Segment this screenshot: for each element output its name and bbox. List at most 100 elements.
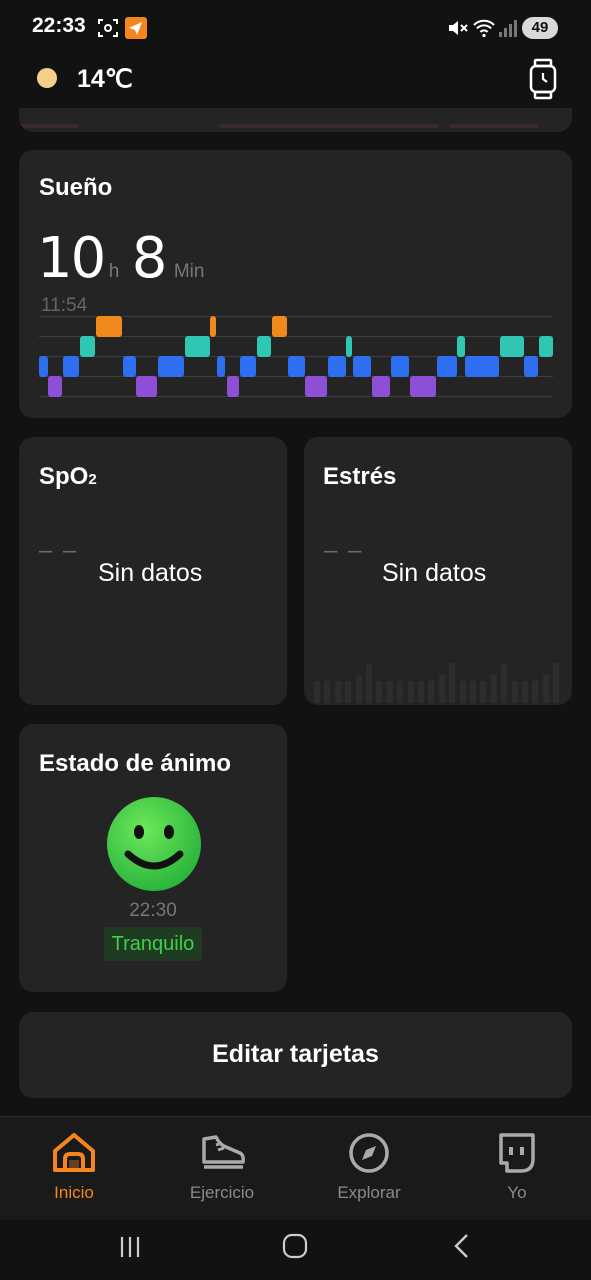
nav-label-explorar: Explorar — [337, 1183, 401, 1202]
stress-no-data: Sin datos — [382, 559, 487, 587]
battery-indicator: 49 — [522, 17, 558, 39]
sleep-stage-light — [328, 356, 346, 377]
wifi-icon — [473, 19, 495, 38]
recent-apps-icon[interactable] — [117, 1234, 143, 1260]
sleep-stage-light — [123, 356, 136, 377]
sleep-stage-light — [524, 356, 538, 377]
nav-item-inicio[interactable]: Inicio — [0, 1117, 148, 1221]
mood-state-badge: Tranquilo — [103, 927, 203, 961]
sleep-stage-light — [353, 356, 371, 377]
stress-card[interactable]: Estrés – – Sin datos — [304, 437, 572, 705]
sleep-stage-rem — [500, 336, 524, 357]
sleep-stage-light — [437, 356, 457, 377]
mood-card[interactable]: Estado de ánimo 22:30 Tranquilo — [19, 724, 287, 992]
spo2-title-main: SpO — [39, 463, 89, 490]
stress-bar — [532, 681, 539, 703]
stress-bar — [470, 681, 476, 703]
stress-bar — [418, 681, 424, 703]
stress-bar — [449, 663, 456, 703]
sleep-start-time: 11:54 — [41, 295, 88, 316]
bottom-nav: Inicio Ejercicio Explorar Yo — [0, 1116, 591, 1221]
stress-title: Estrés — [323, 463, 397, 490]
sleep-stage-rem — [539, 336, 553, 357]
sleep-stage-light — [39, 356, 48, 377]
weather-sun-icon — [37, 68, 57, 88]
nav-item-yo[interactable]: Yo — [443, 1117, 591, 1221]
previous-card-peek — [19, 108, 572, 132]
stress-bar — [522, 681, 528, 703]
sleep-title: Sueño — [39, 174, 113, 201]
nav-label-yo: Yo — [507, 1183, 527, 1202]
spo2-title: SpO2 — [39, 463, 97, 491]
mood-badge-wrap: Tranquilo — [19, 927, 287, 961]
stress-bar — [438, 675, 445, 703]
sleep-minutes-unit: Min — [173, 261, 205, 282]
sleep-minutes: 8 — [131, 226, 168, 291]
sleep-stage-rem — [185, 336, 210, 357]
stress-bar — [355, 675, 362, 703]
stress-bar — [511, 681, 518, 703]
sleep-stage-light — [158, 356, 184, 377]
stress-bar — [376, 681, 383, 703]
smiley-face-icon — [107, 797, 201, 891]
sleep-stage-rem — [457, 336, 465, 357]
stress-bar — [428, 681, 435, 703]
nav-item-ejercicio[interactable]: Ejercicio — [148, 1117, 296, 1221]
home-icon — [53, 1133, 95, 1172]
mute-icon — [449, 21, 468, 35]
temperature: 14℃ — [77, 65, 133, 93]
sleep-stage-rem — [346, 336, 352, 357]
stress-bar — [459, 681, 466, 703]
mood-title: Estado de ánimo — [39, 750, 232, 777]
nav-label-inicio: Inicio — [54, 1183, 94, 1202]
sleep-stage-light — [288, 356, 305, 377]
stress-bar — [553, 663, 560, 703]
stress-bar — [490, 675, 497, 703]
spo2-title-sub: 2 — [88, 471, 97, 488]
sleep-stage-rem — [257, 336, 271, 357]
back-icon[interactable] — [450, 1233, 476, 1259]
spo2-no-data: Sin datos — [98, 559, 203, 587]
stress-bar — [334, 681, 341, 703]
profile-icon — [499, 1133, 535, 1173]
sleep-stage-awake — [272, 316, 287, 337]
stress-bar — [407, 681, 414, 703]
spo2-card[interactable]: SpO2 – – Sin datos — [19, 437, 287, 705]
edit-cards-button[interactable]: Editar tarjetas — [19, 1012, 572, 1098]
screenshot-icon — [98, 19, 118, 37]
sleep-stage-deep — [372, 376, 390, 397]
mood-time: 22:30 — [129, 900, 177, 921]
sleep-stage-awake — [96, 316, 122, 337]
sleep-card[interactable]: Sueño 10 h 8 Min 11:54 — [19, 150, 572, 418]
stress-bar — [397, 681, 404, 703]
sleep-stage-deep — [48, 376, 62, 397]
home-button-icon[interactable] — [282, 1233, 308, 1259]
sleep-stage-deep — [305, 376, 327, 397]
sleep-stage-light — [391, 356, 409, 377]
sleep-stage-deep — [227, 376, 239, 397]
app-notification-icon — [125, 17, 147, 39]
sleep-hours-unit: h — [108, 261, 120, 282]
sleep-stage-deep — [410, 376, 436, 397]
status-time: 22:33 — [32, 14, 86, 37]
sleep-stage-light — [465, 356, 499, 377]
sleep-duration: 10 h 8 Min — [37, 226, 204, 291]
sleep-stage-rem — [80, 336, 95, 357]
chart-gridline — [39, 396, 553, 397]
spo2-dash: – – — [39, 537, 79, 564]
stress-bar — [324, 681, 331, 703]
shoe-icon — [202, 1135, 245, 1169]
sleep-hours: 10 — [37, 226, 106, 291]
sleep-stage-deep — [136, 376, 157, 397]
nav-item-explorar[interactable]: Explorar — [295, 1117, 443, 1221]
stress-bar — [345, 681, 352, 703]
stress-dash: – – — [324, 537, 364, 564]
edit-cards-label: Editar tarjetas — [212, 1040, 379, 1068]
stress-bar — [386, 681, 393, 703]
sleep-stage-light — [240, 356, 256, 377]
stress-bar — [366, 663, 372, 703]
stress-bar — [501, 663, 508, 703]
watch-icon[interactable] — [526, 58, 560, 100]
stress-bar — [314, 681, 320, 703]
system-navigation-bar — [0, 1220, 591, 1280]
